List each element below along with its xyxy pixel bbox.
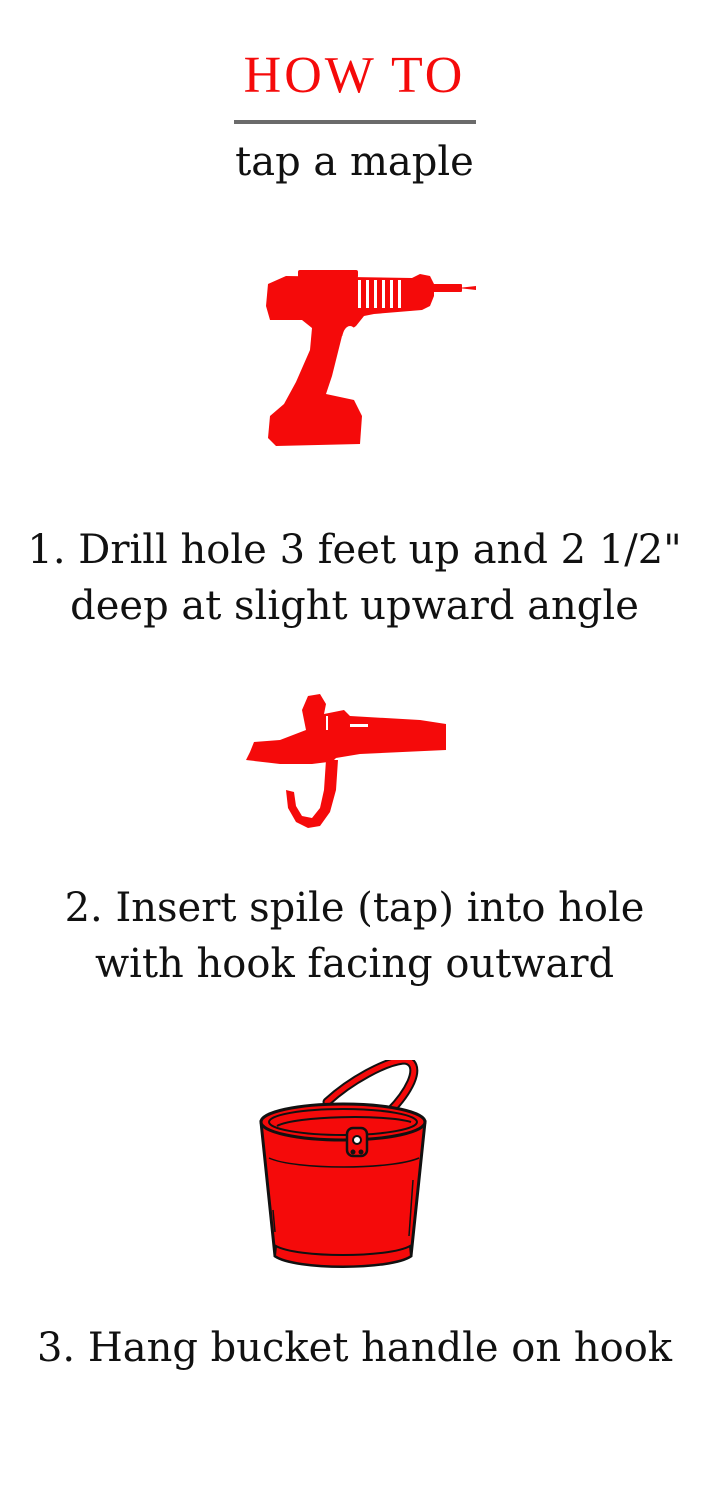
bucket-icon [259, 1060, 427, 1268]
drill-shape [266, 270, 476, 446]
drill-icon [266, 270, 476, 446]
step-1-instruction: 1. Drill hole 3 feet up and 2 1/2" deep … [27, 527, 682, 629]
step-2-instruction: 2. Insert spile (tap) into hole with hoo… [64, 885, 645, 987]
header: HOW TO tap a maple [0, 44, 709, 190]
step-3-instruction: 3. Hang bucket handle on hook [36, 1325, 673, 1371]
spile-icon [246, 694, 446, 828]
bucket-handle-clip [345, 1126, 369, 1158]
page-subtitle: tap a maple [235, 139, 474, 185]
title-divider [233, 120, 476, 124]
infographic-page: HOW TO tap a maple 1. Drill hole 3 feet … [0, 0, 709, 1495]
spile-shape [246, 694, 446, 828]
bucket-body [259, 1102, 427, 1268]
page-title: HOW TO [243, 47, 466, 104]
